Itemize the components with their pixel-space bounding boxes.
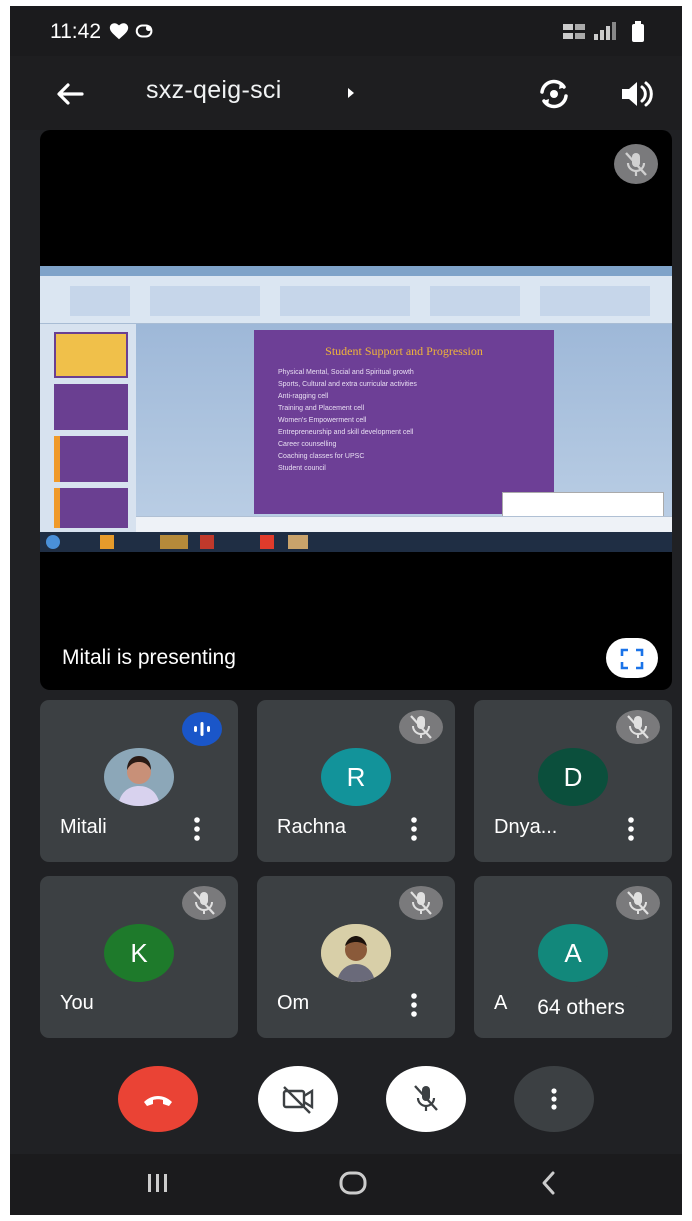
system-nav-bar: [10, 1154, 682, 1215]
mic-off-icon: [616, 886, 660, 920]
switch-camera-icon[interactable]: [532, 74, 576, 114]
presentation-tile[interactable]: Student Support and Progression Physical…: [40, 130, 672, 690]
heart-icon: [108, 20, 130, 47]
slide-bullet: Coaching classes for UPSC: [278, 453, 365, 460]
battery-icon: [630, 20, 646, 49]
participant-name: You: [60, 992, 94, 1014]
home-icon[interactable]: [336, 1168, 370, 1203]
slide-bullet: Student council: [278, 465, 326, 472]
avatar-initial: K: [130, 937, 148, 968]
volte-icon: [562, 22, 588, 47]
slide-bullet: Women's Empowerment cell: [278, 417, 367, 424]
slide-bullet: Anti-ragging cell: [278, 393, 329, 400]
back-icon[interactable]: [534, 1168, 564, 1203]
end-call-button[interactable]: [118, 1066, 198, 1132]
slide-bullet: Sports, Cultural and extra curricular ac…: [278, 381, 417, 388]
call-controls: [10, 1042, 682, 1154]
participant-name: Rachna: [277, 816, 346, 838]
avatar: D: [538, 748, 608, 806]
status-bar: 11:42: [10, 6, 682, 56]
phone-screen: 11:42 sxz-qeig-sci Student Support and P…: [10, 6, 682, 1215]
more-options-button[interactable]: [514, 1066, 594, 1132]
participant-tile[interactable]: K You: [40, 876, 238, 1038]
slide-title: Student Support and Progression: [325, 344, 483, 358]
avatar-initial: A: [564, 937, 582, 968]
ribbon: [40, 276, 672, 324]
notification-icon: [134, 20, 156, 47]
more-vert-icon[interactable]: [618, 814, 644, 844]
fullscreen-icon[interactable]: [606, 638, 658, 678]
avatar-initial: R: [346, 761, 366, 792]
slide-bullet: Entrepreneurship and skill development c…: [278, 429, 414, 436]
avatar: [104, 748, 174, 806]
mic-toggle-button[interactable]: [386, 1066, 466, 1132]
avatar-initial: D: [563, 761, 583, 792]
more-vert-icon[interactable]: [184, 814, 210, 844]
taskbar: [40, 532, 672, 552]
slide-bullet: Training and Placement cell: [278, 405, 365, 412]
mic-off-icon: [399, 886, 443, 920]
slide-bullet: Physical Mental, Social and Spiritual gr…: [278, 369, 414, 376]
participant-name: Om: [277, 992, 310, 1014]
status-time: 11:42: [50, 20, 101, 43]
slide-bullet: Career counselling: [278, 441, 337, 448]
participant-tile[interactable]: R Rachna: [257, 700, 455, 862]
more-vert-icon: [551, 1088, 557, 1110]
speaker-icon[interactable]: [614, 74, 658, 114]
mic-off-icon: [414, 1085, 438, 1111]
presenting-label: Mitali is presenting: [62, 646, 236, 669]
slide: Student Support and Progression Physical…: [254, 330, 554, 514]
more-vert-icon[interactable]: [401, 990, 427, 1020]
participant-tile[interactable]: Mitali: [40, 700, 238, 862]
participant-name: Mitali: [60, 816, 107, 838]
camera-off-icon: [282, 1086, 314, 1114]
more-vert-icon[interactable]: [401, 814, 427, 844]
phone-hangup-icon: [144, 1096, 172, 1106]
participant-tile[interactable]: Om: [257, 876, 455, 1038]
ribbon-titlebar: [40, 266, 672, 276]
app-bar: sxz-qeig-sci: [10, 56, 682, 130]
camera-toggle-button[interactable]: [258, 1066, 338, 1132]
others-count-pill[interactable]: 64 others: [508, 986, 654, 1030]
back-arrow-icon[interactable]: [50, 74, 90, 114]
avatar: K: [104, 924, 174, 982]
meeting-code[interactable]: sxz-qeig-sci: [146, 76, 282, 105]
caret-right-icon[interactable]: [346, 86, 356, 105]
shared-screen: Student Support and Progression Physical…: [40, 266, 672, 552]
participant-tile[interactable]: D Dnya...: [474, 700, 672, 862]
participant-name: A: [494, 992, 508, 1014]
signal-icon: [592, 22, 620, 47]
slide-thumbnails: [40, 324, 136, 532]
recent-apps-icon[interactable]: [142, 1168, 174, 1203]
avatar: A: [538, 924, 608, 982]
avatar: R: [321, 748, 391, 806]
speaking-indicator-icon: [182, 712, 222, 746]
avatar: [321, 924, 391, 982]
mic-off-icon: [616, 710, 660, 744]
notes-pane: [136, 516, 672, 532]
participant-name: Dnya...: [494, 816, 558, 838]
mic-off-icon: [399, 710, 443, 744]
mic-off-icon: [614, 144, 658, 184]
mic-off-icon: [182, 886, 226, 920]
